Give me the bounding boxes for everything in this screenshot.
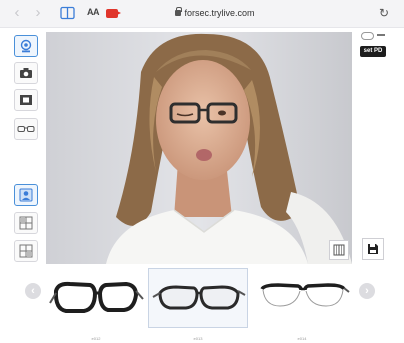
frame-label: e013	[193, 336, 203, 341]
lock-icon	[175, 7, 183, 16]
frame-image-e012	[49, 281, 144, 313]
camera-icon	[20, 68, 32, 78]
tool-compare[interactable]	[14, 240, 38, 262]
frame-image-e013	[152, 285, 246, 310]
tool-face[interactable]	[14, 184, 38, 206]
save-button[interactable]	[362, 238, 384, 260]
floppy-disk-icon	[368, 244, 378, 254]
mirror-toggle[interactable]	[361, 32, 374, 40]
carousel-next-button[interactable]: ›	[359, 283, 375, 299]
carousel-prev-button[interactable]: ‹	[25, 283, 41, 299]
tool-webcam[interactable]	[14, 35, 38, 57]
tool-grid[interactable]	[14, 212, 38, 234]
tool-frames[interactable]	[14, 118, 38, 140]
grid-icon	[19, 216, 33, 230]
set-pd-button[interactable]: set PD	[360, 46, 386, 57]
record-icon[interactable]	[106, 9, 121, 18]
back-button[interactable]: ‹	[10, 5, 24, 21]
camera-feed-image	[46, 32, 352, 264]
film-icon	[20, 95, 32, 105]
frame-card-selected[interactable]	[148, 268, 248, 328]
book-icon[interactable]	[60, 6, 75, 20]
text-size-button[interactable]: AA	[87, 7, 100, 17]
tool-photo[interactable]	[14, 62, 38, 84]
camera-view[interactable]	[46, 32, 352, 264]
minus-icon	[377, 34, 385, 36]
compare-icon	[19, 244, 33, 258]
browser-toolbar: ‹ › AA forsec.trylive.com ↻	[0, 0, 404, 28]
frame-label: e014	[297, 336, 307, 341]
view-toggle-button[interactable]	[329, 240, 349, 260]
glasses-icon	[17, 126, 35, 132]
address-bar[interactable]: forsec.trylive.com	[140, 7, 290, 18]
reload-button[interactable]: ↻	[379, 6, 389, 20]
tool-video[interactable]	[14, 89, 38, 111]
frame-label: e012	[91, 336, 101, 341]
webcam-icon	[20, 39, 32, 53]
forward-button[interactable]: ›	[31, 5, 45, 21]
url-text: forsec.trylive.com	[184, 8, 255, 18]
split-view-icon	[333, 244, 345, 256]
frame-card[interactable]	[252, 268, 352, 328]
person-icon	[19, 188, 33, 202]
frame-image-e014	[260, 283, 350, 307]
frame-card[interactable]	[46, 268, 146, 328]
